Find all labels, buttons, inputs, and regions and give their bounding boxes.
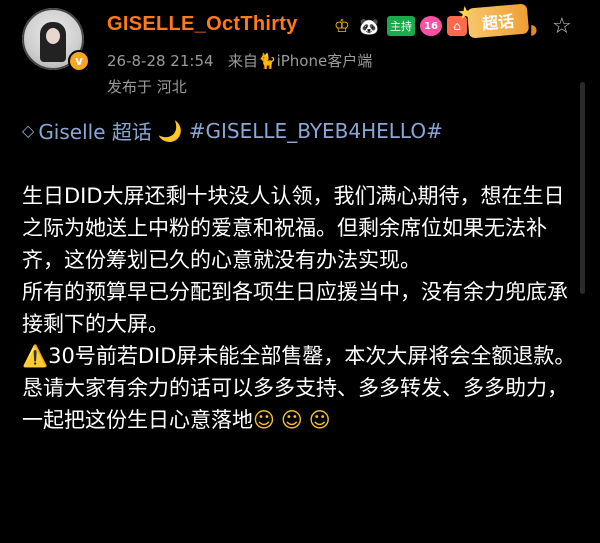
location: 发布于 河北 (107, 78, 187, 96)
panda-icon[interactable]: 🐼 (358, 16, 380, 36)
paragraph: 生日DID大屏还剩十块没人认领，我们满心期待，想在生日之际为她送上中粉的爱意和祝… (22, 184, 565, 272)
moon-icon: 🌙 (157, 118, 183, 143)
star-icon: ★ (456, 2, 475, 25)
post-meta: 26-8-28 21:54 来自🐈iPhone客户端 (107, 50, 372, 71)
supertopic-label: 超话 (481, 11, 515, 34)
diamond-icon: ◇ (22, 121, 35, 140)
favorite-star-icon[interactable]: ☆ (552, 14, 572, 39)
host-badge[interactable]: 主持 (387, 16, 415, 36)
topic-line: ◇ Giselle 超话 🌙 #GISELLE_BYEB4HELLO# (22, 116, 443, 145)
hashtag-link[interactable]: #GISELLE_BYEB4HELLO# (189, 119, 443, 143)
level-badge[interactable]: 16 (420, 16, 442, 36)
timestamp: 26-8-28 21:54 (107, 52, 214, 70)
verified-icon: v (68, 50, 90, 72)
supertopic-badge[interactable]: ★ 超话 (456, 2, 530, 39)
warning-icon: ⚠️ (22, 344, 49, 368)
pill-icon[interactable]: ◗ (530, 22, 537, 38)
paragraph: 恳请大家有余力的话可以多多支持、多多转发、多多助力，一起把这份生日心意落地☺☺☺ (22, 372, 582, 436)
paragraph: 所有的预算早已分配到各项生日应援当中，没有余力兜底承接剩下的大屏。 (22, 280, 568, 336)
paragraph: ⚠️30号前若DID屏未能全部售罄，本次大屏将会全额退款。 (22, 340, 582, 372)
paragraph-text: 30号前若DID屏未能全部售罄，本次大屏将会全额退款。 (48, 344, 576, 368)
post-content: 生日DID大屏还剩十块没人认领，我们满心期待，想在生日之际为她送上中粉的爱意和祝… (22, 180, 582, 436)
topic-link[interactable]: Giselle 超话 (38, 116, 152, 145)
cat-icon: 🐈 (257, 52, 277, 70)
weibo-post: v GISELLE_OctThirty ♔ 🐼 主持 16 ⌂ ★ 超话 ◗ ☆… (0, 0, 600, 543)
username[interactable]: GISELLE_OctThirty (107, 13, 298, 36)
smile-icons: ☺☺☺ (253, 408, 337, 432)
crown-icon[interactable]: ♔ (331, 16, 353, 37)
source-prefix: 来自 (227, 52, 258, 70)
source[interactable]: iPhone客户端 (277, 52, 373, 70)
